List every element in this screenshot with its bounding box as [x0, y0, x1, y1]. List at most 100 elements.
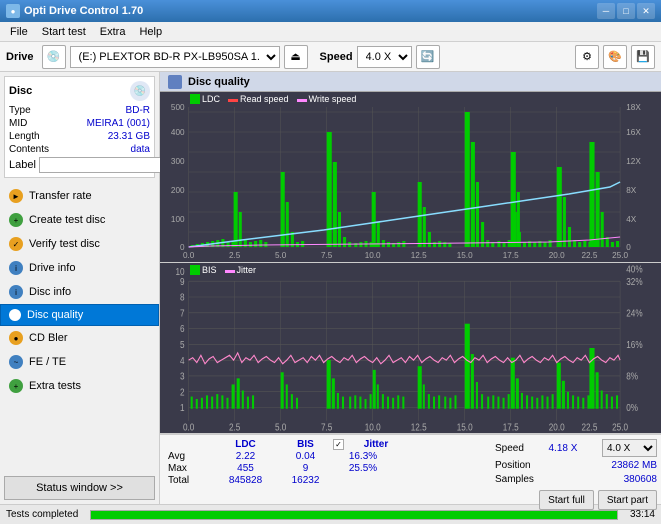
svg-text:25.0: 25.0	[612, 422, 628, 433]
svg-text:500: 500	[171, 103, 185, 112]
disc-mid-key: MID	[9, 118, 27, 129]
svg-text:22.5: 22.5	[581, 422, 597, 433]
svg-text:1: 1	[180, 402, 185, 413]
nav-cd-bler[interactable]: ● CD Bler	[0, 326, 159, 350]
time-text: 33:14	[630, 509, 655, 520]
start-full-button[interactable]: Start full	[539, 490, 594, 510]
sidebar: Disc 💿 Type BD-R MID MEIRA1 (001) Length…	[0, 72, 160, 504]
disc-label-input[interactable]	[39, 157, 177, 173]
nav-disc-info[interactable]: i Disc info	[0, 280, 159, 304]
legend-ldc-label: LDC	[202, 94, 220, 104]
drive-info-icon: i	[9, 261, 23, 275]
svg-text:5: 5	[180, 339, 185, 350]
disc-label-key: Label	[9, 159, 36, 171]
title-bar: ● Opti Drive Control 1.70 ─ □ ✕	[0, 0, 661, 22]
svg-text:12X: 12X	[626, 157, 641, 166]
svg-text:10: 10	[175, 266, 184, 277]
minimize-button[interactable]: ─	[597, 3, 615, 19]
svg-text:100: 100	[171, 215, 185, 224]
nav-extra-tests[interactable]: + Extra tests	[0, 374, 159, 398]
col-header-bis: BIS	[278, 439, 333, 450]
close-button[interactable]: ✕	[637, 3, 655, 19]
svg-text:2.5: 2.5	[229, 251, 241, 260]
max-ldc: 455	[213, 463, 278, 474]
disc-mid-val: MEIRA1 (001)	[87, 118, 150, 129]
refresh-button[interactable]: 🔄	[416, 45, 440, 69]
main-content: Disc 💿 Type BD-R MID MEIRA1 (001) Length…	[0, 72, 661, 504]
svg-text:0.0: 0.0	[183, 422, 194, 433]
disc-title: Disc	[9, 85, 32, 97]
svg-text:7: 7	[180, 308, 185, 319]
disc-length-row: Length 23.31 GB	[9, 131, 150, 142]
svg-text:40%: 40%	[626, 264, 642, 275]
stats-area: LDC BIS ✓ Jitter Avg 2.22 0.04 16.3% Max	[160, 434, 661, 504]
legend-read-speed-label: Read speed	[240, 94, 289, 104]
nav-transfer-rate[interactable]: ► Transfer rate	[0, 184, 159, 208]
svg-text:8X: 8X	[626, 186, 637, 195]
svg-text:3: 3	[180, 371, 185, 382]
fe-te-icon: ~	[9, 355, 23, 369]
svg-text:24%: 24%	[626, 308, 642, 319]
nav-create-test-disc-label: Create test disc	[29, 214, 105, 226]
stats-avg-row: Avg 2.22 0.04 16.3%	[168, 451, 483, 462]
nav-items: ► Transfer rate + Create test disc ✓ Ver…	[0, 184, 159, 398]
disc-contents-val: data	[131, 144, 150, 155]
legend-jitter-label: Jitter	[237, 265, 257, 275]
color-button[interactable]: 🎨	[603, 45, 627, 69]
col-header-jitter: Jitter	[346, 439, 406, 450]
disc-type-key: Type	[9, 105, 31, 116]
app-icon: ●	[6, 4, 20, 18]
menu-help[interactable]: Help	[133, 24, 168, 40]
title-bar-text: Opti Drive Control 1.70	[24, 5, 143, 17]
svg-text:7.5: 7.5	[321, 251, 333, 260]
disc-mid-row: MID MEIRA1 (001)	[9, 118, 150, 129]
menu-file[interactable]: File	[4, 24, 34, 40]
drive-select[interactable]: (E:) PLEXTOR BD-R PX-LB950SA 1.06	[70, 46, 280, 68]
svg-text:18X: 18X	[626, 103, 641, 112]
avg-label: Avg	[168, 451, 213, 462]
speed-select2[interactable]: 4.0 X 1.0 X 2.0 X	[602, 439, 657, 457]
nav-disc-quality-label: Disc quality	[27, 309, 83, 321]
svg-text:22.5: 22.5	[581, 251, 597, 260]
svg-text:2: 2	[180, 387, 185, 398]
svg-text:10.0: 10.0	[365, 422, 381, 433]
legend-read-speed: Read speed	[228, 94, 289, 104]
chart2-legend: BIS Jitter	[190, 265, 256, 275]
nav-drive-info[interactable]: i Drive info	[0, 256, 159, 280]
maximize-button[interactable]: □	[617, 3, 635, 19]
svg-text:16X: 16X	[626, 128, 641, 137]
menu-extra[interactable]: Extra	[94, 24, 132, 40]
eject-button[interactable]: ⏏	[284, 45, 308, 69]
disc-contents-row: Contents data	[9, 144, 150, 155]
speed-select[interactable]: 4.0 X 1.0 X 2.0 X 6.0 X 8.0 X	[357, 46, 412, 68]
status-text: Tests completed	[6, 509, 78, 520]
jitter-checkbox[interactable]: ✓	[333, 439, 344, 450]
nav-fe-te[interactable]: ~ FE / TE	[0, 350, 159, 374]
extra-tests-icon: +	[9, 379, 23, 393]
save-button[interactable]: 💾	[631, 45, 655, 69]
disc-type-val: BD-R	[126, 105, 150, 116]
progress-bar-container	[90, 510, 618, 520]
nav-extra-tests-label: Extra tests	[29, 380, 81, 392]
svg-text:17.5: 17.5	[503, 422, 519, 433]
position-row: Position 23862 MB	[495, 460, 657, 471]
nav-cd-bler-label: CD Bler	[29, 332, 68, 344]
start-part-button[interactable]: Start part	[598, 490, 657, 510]
svg-text:0.0: 0.0	[183, 251, 195, 260]
svg-text:5.0: 5.0	[275, 251, 287, 260]
cd-bler-icon: ●	[9, 331, 23, 345]
nav-disc-quality[interactable]: ★ Disc quality	[0, 304, 159, 326]
verify-test-disc-icon: ✓	[9, 237, 23, 251]
settings-button[interactable]: ⚙	[575, 45, 599, 69]
svg-text:17.5: 17.5	[503, 251, 519, 260]
nav-verify-test-disc[interactable]: ✓ Verify test disc	[0, 232, 159, 256]
legend-jitter: Jitter	[225, 265, 257, 275]
status-window-button[interactable]: Status window >>	[4, 476, 155, 500]
nav-create-test-disc[interactable]: + Create test disc	[0, 208, 159, 232]
menu-start-test[interactable]: Start test	[36, 24, 92, 40]
stats-table: LDC BIS ✓ Jitter Avg 2.22 0.04 16.3% Max	[160, 435, 491, 504]
create-test-disc-icon: +	[9, 213, 23, 227]
max-label: Max	[168, 463, 213, 474]
svg-text:15.0: 15.0	[457, 251, 473, 260]
drive-icon-btn[interactable]: 💿	[42, 45, 66, 69]
